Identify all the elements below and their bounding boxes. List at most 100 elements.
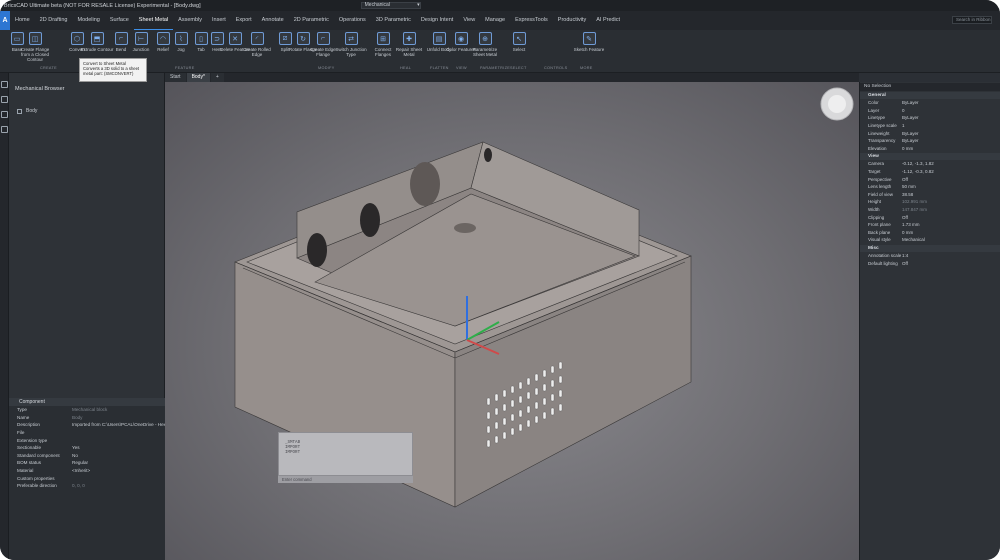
ribbon-tool-repair[interactable]: ✚ Repair Sheet Metal: [394, 32, 424, 57]
ribbon-group-label: CONTROLS: [544, 66, 568, 70]
switch-junction-icon: ⇄: [344, 32, 358, 45]
property-row[interactable]: Camera -0.12, -1.3, 1.82: [860, 160, 1000, 168]
component-row[interactable]: File: [9, 429, 165, 437]
selection-dropdown[interactable]: No Selection: [860, 83, 1000, 91]
property-row[interactable]: Default lighting Off: [860, 259, 1000, 267]
property-row[interactable]: Back plane 0 mm: [860, 229, 1000, 237]
property-row[interactable]: Clipping Off: [860, 213, 1000, 221]
menu-tab[interactable]: Insert: [207, 11, 231, 30]
document-tabs: Start Body* +: [165, 73, 859, 82]
section-misc[interactable]: Misc: [860, 244, 1000, 252]
title-bar: BricsCAD Ultimate beta (NOT FOR RESALE L…: [0, 0, 1000, 11]
workspace-select[interactable]: Mechanical ▾: [360, 2, 421, 9]
menu-tab[interactable]: Manage: [480, 11, 510, 30]
ribbon-tool-sketch-feature[interactable]: ✎ Sketch Feature: [574, 32, 604, 52]
property-row[interactable]: Perspective Off: [860, 175, 1000, 183]
property-row[interactable]: Visual style Mechanical: [860, 236, 1000, 244]
property-row[interactable]: Linetype ByLayer: [860, 114, 1000, 122]
property-row[interactable]: Linetype scale 1: [860, 122, 1000, 130]
property-key: Standard component: [17, 452, 60, 458]
property-value: No: [72, 452, 78, 458]
menu-tab[interactable]: View: [458, 11, 480, 30]
property-row[interactable]: Annotation scale 1:4: [860, 252, 1000, 260]
library-icon[interactable]: [1, 126, 8, 133]
property-row[interactable]: Transparency ByLayer: [860, 137, 1000, 145]
menu-tab[interactable]: 2D Parametric: [289, 11, 334, 30]
command-history: _SMTAB IMPORT IMPORT: [278, 432, 413, 476]
property-key: Annotation scale: [868, 252, 902, 258]
component-row[interactable]: Material <Inherit>: [9, 467, 165, 475]
section-view[interactable]: View: [860, 153, 1000, 161]
menu-tab[interactable]: Design Intent: [416, 11, 458, 30]
component-row[interactable]: Standard component No: [9, 452, 165, 460]
tree-item-body[interactable]: Body: [9, 108, 164, 114]
component-row[interactable]: Preferable direction 0, 0, 0: [9, 482, 165, 490]
menu-tab[interactable]: AI Predict: [591, 11, 625, 30]
app-menu-button[interactable]: A: [0, 11, 10, 30]
ribbon-tool-label: Sketch Feature: [573, 47, 605, 52]
browser-icon[interactable]: [1, 81, 8, 88]
component-row[interactable]: Sectionable Yes: [9, 444, 165, 452]
menu-tab[interactable]: ExpressTools: [510, 11, 553, 30]
property-row[interactable]: Height 102.991 mm: [860, 198, 1000, 206]
property-row[interactable]: Layer 0: [860, 107, 1000, 115]
menu-tab[interactable]: Productivity: [553, 11, 591, 30]
view-cube[interactable]: [820, 87, 854, 121]
component-row[interactable]: Custom properties: [9, 474, 165, 482]
tree-item-label: Body: [26, 108, 38, 114]
section-general[interactable]: General: [860, 92, 1000, 99]
property-value: 147.847 mm: [902, 207, 928, 213]
menu-tab[interactable]: Export: [231, 11, 257, 30]
ribbon-tool-switch-junction[interactable]: ⇄ Switch Junction Type: [335, 32, 367, 57]
extrude-contour-icon: ⬒: [90, 32, 104, 45]
menu-tab[interactable]: Home: [10, 11, 35, 30]
menu-tab[interactable]: 2D Drafting: [35, 11, 73, 30]
property-row[interactable]: Target -1.12, -0.3, 0.82: [860, 168, 1000, 176]
ribbon-tool-flange-contour[interactable]: ◫ Create Flange from a Closed Contour: [20, 32, 50, 62]
property-key: Lens length: [868, 184, 892, 190]
select-icon: ↖: [512, 32, 526, 45]
ribbon-tool-parametrize[interactable]: ⊕ Parametrize Sheet Metal: [470, 32, 500, 57]
property-key: Height: [868, 199, 882, 205]
component-row[interactable]: Name Body: [9, 414, 165, 422]
property-row[interactable]: Field of view 38.58: [860, 191, 1000, 199]
menu-tab[interactable]: 3D Parametric: [371, 11, 416, 30]
menu-tab[interactable]: Modeling: [73, 11, 105, 30]
property-value: 1: [902, 123, 905, 129]
command-input[interactable]: Enter command: [278, 476, 413, 483]
component-row[interactable]: Extension type: [9, 436, 165, 444]
property-row[interactable]: Elevation 0 mm: [860, 145, 1000, 153]
structure-icon[interactable]: [1, 96, 8, 103]
ribbon-group-label: MODIFY: [318, 66, 335, 70]
property-row[interactable]: Width 147.847 mm: [860, 206, 1000, 214]
document-tab[interactable]: Body*: [186, 73, 210, 82]
property-row[interactable]: Lens length 50 mm: [860, 183, 1000, 191]
ribbon-search-input[interactable]: Search in Ribbon: [952, 16, 992, 24]
menu-tab[interactable]: Assembly: [173, 11, 207, 30]
chevron-down-icon: ▾: [417, 2, 420, 8]
sketch-feature-icon: ✎: [582, 32, 596, 45]
document-tab[interactable]: Start: [165, 73, 186, 82]
ribbon-tool-rolled-edge[interactable]: ◜ Create Rolled Edge: [242, 32, 272, 57]
property-row[interactable]: Color ByLayer: [860, 99, 1000, 107]
property-key: Layer: [868, 107, 880, 113]
component-row[interactable]: Description Imported from C:\Users\PCAL\O…: [9, 421, 165, 429]
parameters-icon[interactable]: [1, 111, 8, 118]
parametrize-icon: ⊕: [478, 32, 492, 45]
component-row[interactable]: Type Mechanical block: [9, 406, 165, 414]
component-row[interactable]: BOM status Regular: [9, 459, 165, 467]
menu-tab[interactable]: Surface: [105, 11, 134, 30]
menu-tab[interactable]: Sheet Metal: [133, 11, 174, 30]
color-features-icon: ◉: [454, 32, 468, 45]
menu-tab[interactable]: Annotate: [257, 11, 289, 30]
ribbon-tool-select[interactable]: ↖ Select: [504, 32, 534, 52]
property-value: Mechanical block: [72, 407, 108, 413]
3d-viewport[interactable]: [165, 82, 859, 560]
property-row[interactable]: Lineweight ByLayer: [860, 129, 1000, 137]
unfold-icon: ▤: [432, 32, 446, 45]
property-key: Name: [17, 414, 30, 420]
new-tab-button[interactable]: +: [210, 73, 224, 82]
property-row[interactable]: Front plane 1.73 mm: [860, 221, 1000, 229]
menu-tab[interactable]: Operations: [334, 11, 371, 30]
property-key: Perspective: [868, 176, 892, 182]
